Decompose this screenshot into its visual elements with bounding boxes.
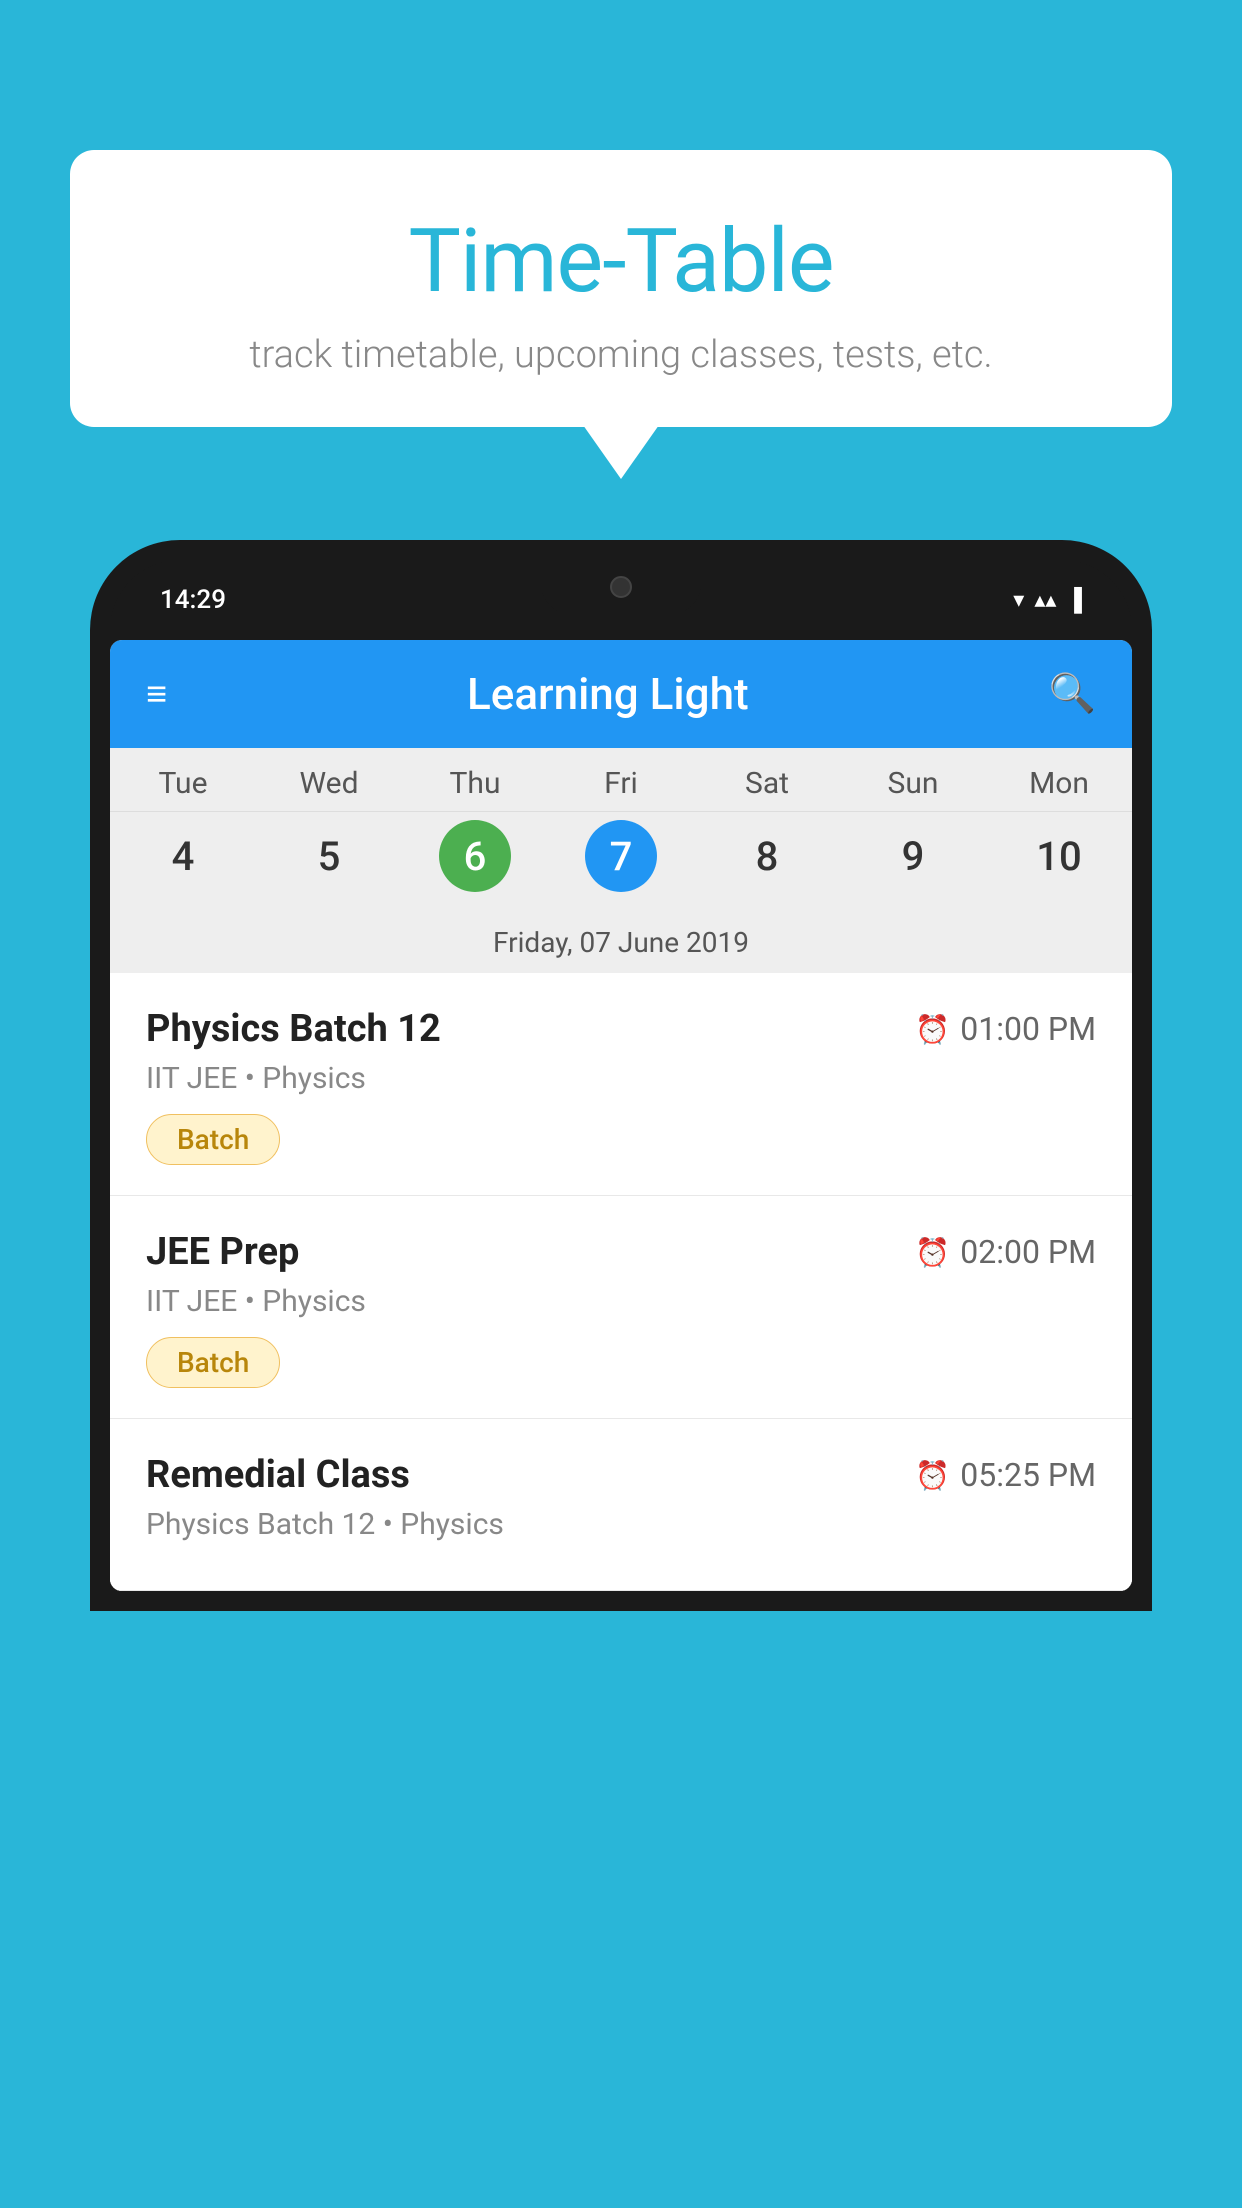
day-label-wed[interactable]: Wed xyxy=(256,748,402,811)
signal-icon: ▴▴ xyxy=(1034,588,1056,613)
schedule-list: Physics Batch 12 ⏰ 01:00 PM IIT JEE • Ph… xyxy=(110,973,1132,1591)
status-bar: 14:29 ▾ ▴▴ ▐ xyxy=(110,560,1132,640)
app-header: ≡ Learning Light 🔍 xyxy=(110,640,1132,748)
day-number-9[interactable]: 9 xyxy=(840,825,986,888)
bubble-title: Time-Table xyxy=(130,210,1112,313)
schedule-item-2-header: JEE Prep ⏰ 02:00 PM xyxy=(146,1230,1096,1274)
day-label-thu[interactable]: Thu xyxy=(402,748,548,811)
schedule-item-3-title: Remedial Class xyxy=(146,1453,410,1497)
bubble-subtitle: track timetable, upcoming classes, tests… xyxy=(130,333,1112,377)
camera xyxy=(610,576,632,598)
batch-tag-2[interactable]: Batch xyxy=(146,1337,280,1388)
day-number-7[interactable]: 7 xyxy=(548,812,694,900)
speech-bubble: Time-Table track timetable, upcoming cla… xyxy=(70,150,1172,427)
schedule-item-1-header: Physics Batch 12 ⏰ 01:00 PM xyxy=(146,1007,1096,1051)
clock-icon-2: ⏰ xyxy=(915,1236,950,1269)
schedule-item-2-title: JEE Prep xyxy=(146,1230,299,1274)
day-number-6[interactable]: 6 xyxy=(402,812,548,900)
schedule-item-1-title: Physics Batch 12 xyxy=(146,1007,441,1051)
clock-icon-3: ⏰ xyxy=(915,1459,950,1492)
day-label-tue[interactable]: Tue xyxy=(110,748,256,811)
day-number-4[interactable]: 4 xyxy=(110,825,256,888)
phone-frame: 14:29 ▾ ▴▴ ▐ ≡ Learning Light 🔍 Tue xyxy=(90,540,1152,1611)
batch-tag-1[interactable]: Batch xyxy=(146,1114,280,1165)
day-number-10[interactable]: 10 xyxy=(986,825,1132,888)
speech-bubble-container: Time-Table track timetable, upcoming cla… xyxy=(70,150,1172,427)
status-time: 14:29 xyxy=(160,585,226,615)
schedule-item-2[interactable]: JEE Prep ⏰ 02:00 PM IIT JEE • Physics Ba… xyxy=(110,1196,1132,1419)
day-label-sun[interactable]: Sun xyxy=(840,748,986,811)
day-label-sat[interactable]: Sat xyxy=(694,748,840,811)
day-label-mon[interactable]: Mon xyxy=(986,748,1132,811)
hamburger-icon[interactable]: ≡ xyxy=(146,676,167,712)
schedule-item-1[interactable]: Physics Batch 12 ⏰ 01:00 PM IIT JEE • Ph… xyxy=(110,973,1132,1196)
app-title: Learning Light xyxy=(467,668,749,720)
schedule-item-1-time: ⏰ 01:00 PM xyxy=(915,1010,1096,1048)
day-number-5[interactable]: 5 xyxy=(256,825,402,888)
day-number-8[interactable]: 8 xyxy=(694,825,840,888)
status-icons: ▾ ▴▴ ▐ xyxy=(1013,587,1082,613)
day-labels-row: Tue Wed Thu Fri Sat Sun Mon xyxy=(110,748,1132,812)
search-icon[interactable]: 🔍 xyxy=(1049,672,1096,716)
day-label-fri[interactable]: Fri xyxy=(548,748,694,811)
day-circle-7[interactable]: 7 xyxy=(585,820,657,892)
schedule-item-2-subtitle: IIT JEE • Physics xyxy=(146,1284,1096,1319)
schedule-item-3-time: ⏰ 05:25 PM xyxy=(915,1456,1096,1494)
schedule-item-3-subtitle: Physics Batch 12 • Physics xyxy=(146,1507,1096,1542)
schedule-item-3-header: Remedial Class ⏰ 05:25 PM xyxy=(146,1453,1096,1497)
phone-mockup: 14:29 ▾ ▴▴ ▐ ≡ Learning Light 🔍 Tue xyxy=(90,540,1152,2208)
wifi-icon: ▾ xyxy=(1013,588,1024,613)
clock-icon-1: ⏰ xyxy=(915,1013,950,1046)
battery-icon: ▐ xyxy=(1066,587,1082,613)
selected-date: Friday, 07 June 2019 xyxy=(110,912,1132,973)
schedule-item-1-subtitle: IIT JEE • Physics xyxy=(146,1061,1096,1096)
phone-screen: ≡ Learning Light 🔍 Tue Wed Thu Fri Sat S… xyxy=(110,640,1132,1591)
schedule-item-3[interactable]: Remedial Class ⏰ 05:25 PM Physics Batch … xyxy=(110,1419,1132,1591)
notch xyxy=(541,560,701,614)
calendar-header: Tue Wed Thu Fri Sat Sun Mon 4 5 6 7 xyxy=(110,748,1132,973)
day-circle-6[interactable]: 6 xyxy=(439,820,511,892)
schedule-item-2-time: ⏰ 02:00 PM xyxy=(915,1233,1096,1271)
day-numbers-row: 4 5 6 7 8 9 10 xyxy=(110,812,1132,912)
